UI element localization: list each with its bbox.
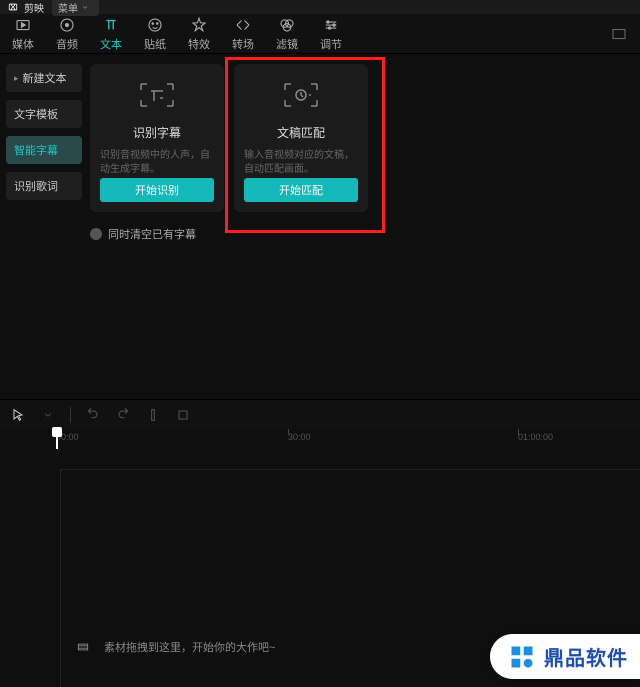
checkbox-label: 同时清空已有字幕 — [108, 226, 196, 242]
tab-sticker[interactable]: 贴纸 — [144, 16, 166, 52]
tab-label: 滤镜 — [276, 36, 298, 52]
timeline-ruler[interactable]: 00:00 30:00 01:00:00 — [0, 429, 640, 449]
tabbar: 媒体 音频 文本 贴纸 特效 转场 滤镜 调节 — [0, 14, 640, 54]
drop-hint-text: 素材拖拽到这里，开始你的大作吧~ — [104, 639, 275, 655]
tab-label: 贴纸 — [144, 36, 166, 52]
tab-audio[interactable]: 音频 — [56, 16, 78, 52]
tab-effects[interactable]: 特效 — [188, 16, 210, 52]
sidebar-item-new-text[interactable]: 新建文本 — [6, 64, 82, 92]
sticker-icon — [146, 16, 164, 34]
main-panel: 新建文本 文字模板 智能字幕 识别歌词 识别字幕 识别音视频中的人声，自动生成字… — [0, 54, 640, 399]
card-desc: 输入音视频对应的文稿，自动匹配画面。 — [244, 149, 358, 177]
split-icon[interactable] — [145, 407, 161, 423]
tab-transition[interactable]: 转场 — [232, 16, 254, 52]
card-recognize: 识别字幕 识别音视频中的人声，自动生成字幕。 开始识别 — [90, 64, 224, 212]
sidebar-item-label: 新建文本 — [23, 70, 67, 86]
titlebar: 剪映 菜单 — [0, 0, 640, 14]
clip-icon — [76, 640, 90, 654]
app-logo-icon — [6, 2, 20, 12]
tab-label: 转场 — [232, 36, 254, 52]
sidebar-item-lyrics[interactable]: 识别歌词 — [6, 172, 82, 200]
card-match: 文稿匹配 输入音视频对应的文稿，自动匹配画面。 开始匹配 — [234, 64, 368, 212]
tick-label: 30:00 — [288, 432, 311, 442]
watermark: 鼎品软件 — [490, 634, 640, 679]
card-desc: 识别音视频中的人声，自动生成字幕。 — [100, 149, 214, 177]
watermark-text: 鼎品软件 — [544, 642, 628, 671]
text-icon — [102, 16, 120, 34]
delete-icon[interactable] — [175, 407, 191, 423]
card-row: 识别字幕 识别音视频中的人声，自动生成字幕。 开始识别 文稿匹配 输入音视频对应… — [90, 64, 632, 212]
adjust-icon — [322, 16, 340, 34]
tab-label: 媒体 — [12, 36, 34, 52]
tab-label: 音频 — [56, 36, 78, 52]
timeline-toolbar — [0, 399, 640, 429]
tab-adjust[interactable]: 调节 — [320, 16, 342, 52]
subtitle-recognize-icon — [137, 80, 177, 110]
effects-icon — [190, 16, 208, 34]
sidebar-item-label: 智能字幕 — [14, 142, 58, 158]
undo-icon[interactable] — [85, 407, 101, 423]
menu-label: 菜单 — [58, 0, 78, 15]
tab-label: 文本 — [100, 36, 122, 52]
start-match-button[interactable]: 开始匹配 — [244, 178, 358, 202]
filter-icon — [278, 16, 296, 34]
tab-filter[interactable]: 滤镜 — [276, 16, 298, 52]
sidebar-item-label: 文字模板 — [14, 106, 58, 122]
sidebar-item-smart-sub[interactable]: 智能字幕 — [6, 136, 82, 164]
tick-label: 01:00:00 — [518, 432, 553, 442]
audio-icon — [58, 16, 76, 34]
card-title: 文稿匹配 — [277, 124, 325, 141]
drop-hint: 素材拖拽到这里，开始你的大作吧~ — [76, 639, 275, 655]
script-match-icon — [281, 80, 321, 110]
separator — [70, 407, 71, 423]
card-title: 识别字幕 — [133, 124, 181, 141]
checkbox-icon — [90, 228, 102, 240]
tab-text[interactable]: 文本 — [100, 16, 122, 52]
tab-media[interactable]: 媒体 — [12, 16, 34, 52]
redo-icon[interactable] — [115, 407, 131, 423]
media-icon — [14, 16, 32, 34]
sidebar-item-label: 识别歌词 — [14, 178, 58, 194]
tab-label: 调节 — [320, 36, 342, 52]
watermark-logo-icon — [508, 643, 536, 671]
menu-button[interactable]: 菜单 — [52, 0, 99, 16]
start-recognize-button[interactable]: 开始识别 — [100, 178, 214, 202]
pointer-tool-icon[interactable] — [10, 407, 26, 423]
clear-subs-checkbox[interactable]: 同时清空已有字幕 — [90, 226, 632, 242]
tab-label: 特效 — [188, 36, 210, 52]
chevron-down-icon — [81, 3, 89, 11]
sidebar: 新建文本 文字模板 智能字幕 识别歌词 — [0, 54, 88, 399]
content-area: 识别字幕 识别音视频中的人声，自动生成字幕。 开始识别 文稿匹配 输入音视频对应… — [88, 54, 640, 399]
sidebar-item-template[interactable]: 文字模板 — [6, 100, 82, 128]
app-name: 剪映 — [24, 0, 44, 15]
transition-icon — [234, 16, 252, 34]
chevron-down-icon[interactable] — [40, 407, 56, 423]
overflow-icon[interactable] — [610, 25, 628, 43]
